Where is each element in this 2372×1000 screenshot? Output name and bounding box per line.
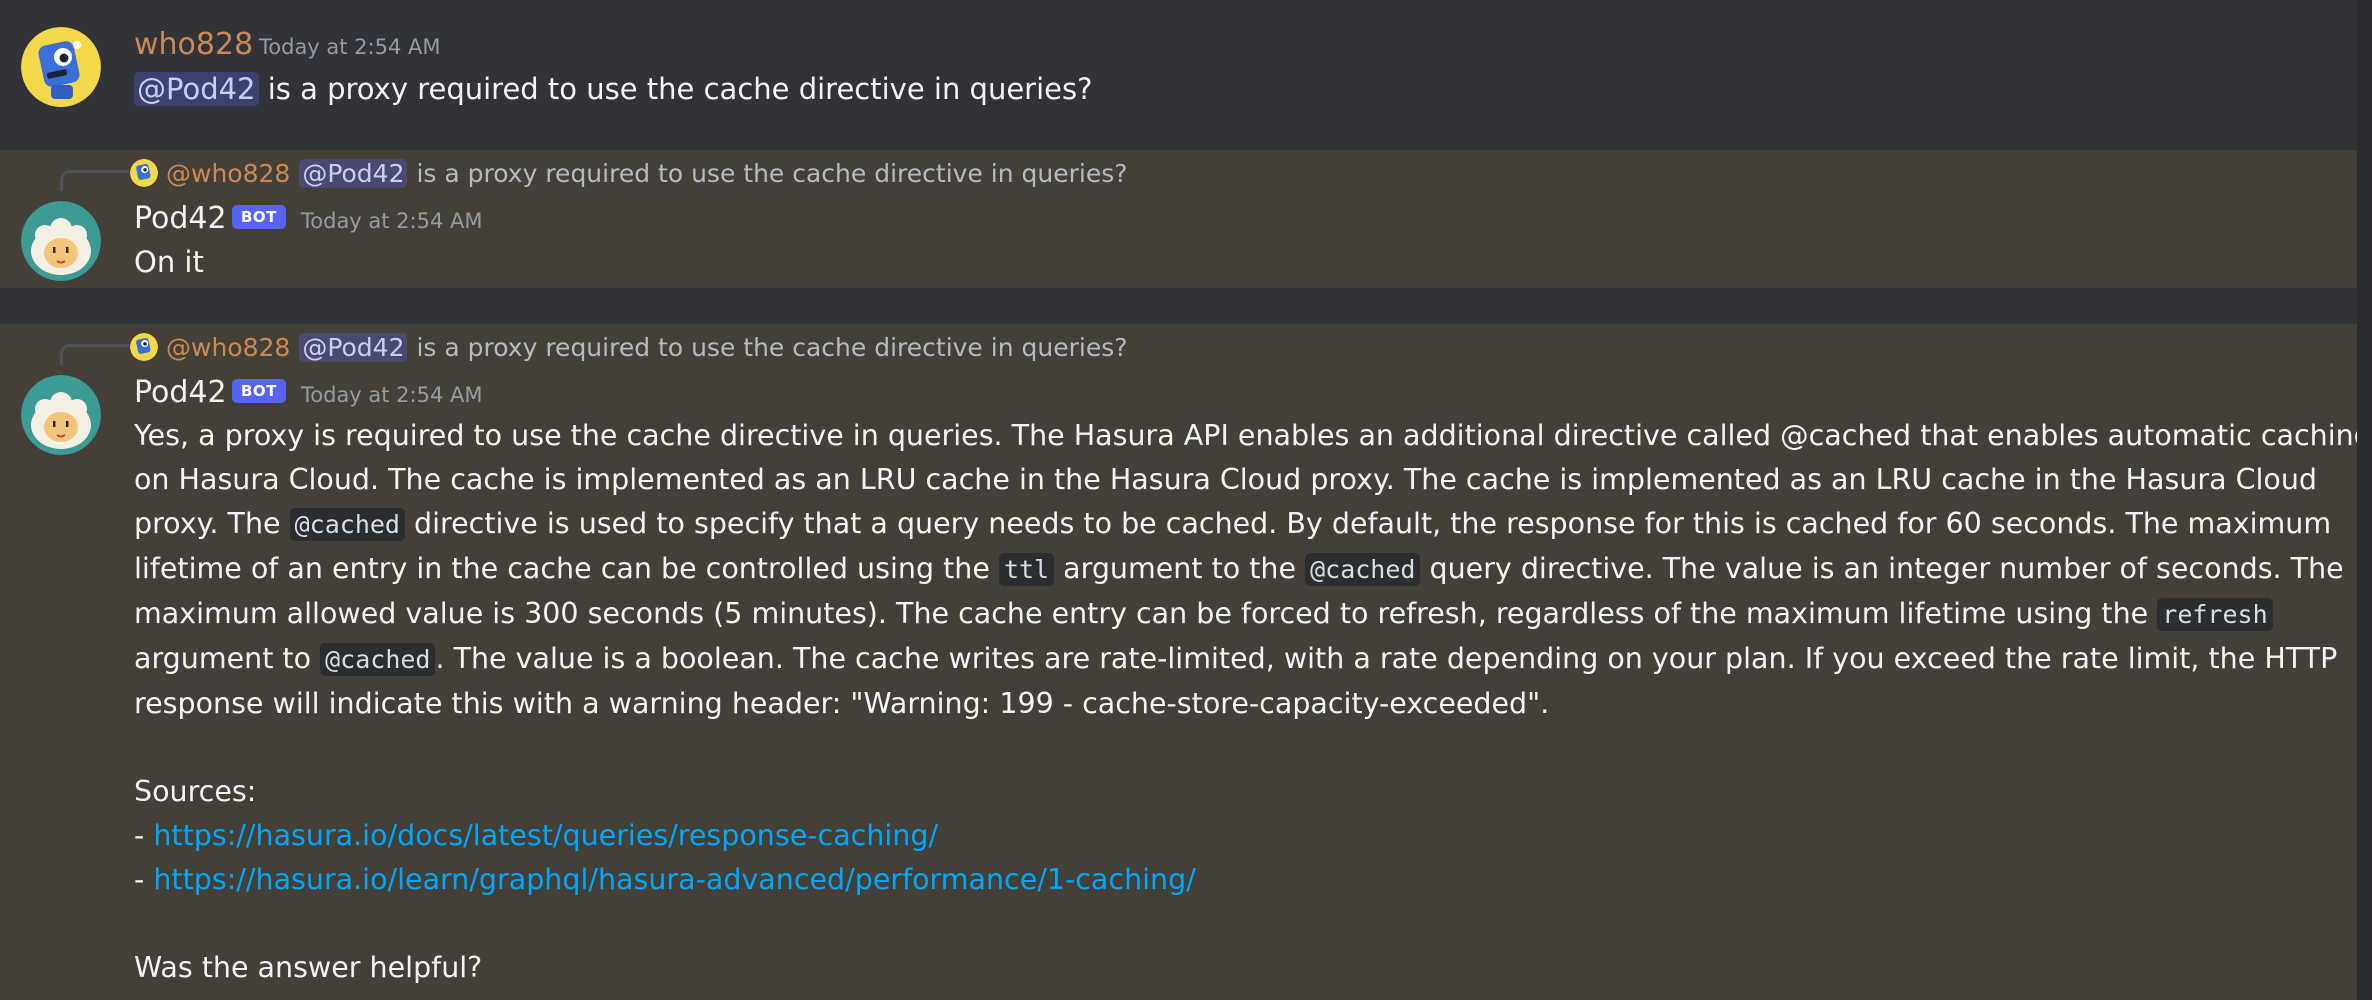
reply-author[interactable]: @who828	[166, 159, 290, 188]
bot-tag: BOT	[232, 205, 286, 229]
blue-robot-avatar-icon	[130, 159, 158, 187]
answer-line: response will indicate this with a warni…	[134, 687, 1550, 720]
answer-line: argument to @cached. The value is a bool…	[134, 642, 2338, 676]
reply-author[interactable]: @who828	[166, 333, 290, 362]
author-name[interactable]: Pod42	[134, 375, 227, 411]
message-content: On it	[134, 240, 204, 284]
inline-code: @cached	[320, 643, 436, 676]
source-item: - https://hasura.io/docs/latest/queries/…	[134, 819, 939, 852]
source-item: - https://hasura.io/learn/graphql/hasura…	[134, 863, 1196, 896]
inline-code: refresh	[2157, 598, 2273, 631]
message-timestamp: Today at 2:54 AM	[259, 35, 441, 59]
sources-label: Sources:	[134, 775, 257, 808]
author-name[interactable]: who828	[134, 27, 253, 63]
reply-text: is a proxy required to use the cache dir…	[416, 158, 1128, 188]
user-mention[interactable]: @Pod42	[134, 72, 259, 106]
answer-line: maximum allowed value is 300 seconds (5 …	[134, 592, 2372, 637]
answer-line: lifetime of an entry in the cache can be…	[134, 552, 2344, 586]
source-link[interactable]: https://hasura.io/learn/graphql/hasura-a…	[153, 863, 1195, 896]
reply-connector	[60, 170, 129, 191]
message-text: is a proxy required to use the cache dir…	[267, 72, 1093, 106]
bot-tag: BOT	[232, 379, 286, 403]
message-who828: who828 Today at 2:54 AM @Pod42 is a prox…	[0, 0, 2357, 140]
reply-mention[interactable]: @Pod42	[299, 332, 408, 362]
chat-log: who828 Today at 2:54 AM @Pod42 is a prox…	[0, 0, 2372, 1000]
source-link[interactable]: https://hasura.io/docs/latest/queries/re…	[153, 819, 938, 852]
answer-line: on Hasura Cloud. The cache is implemente…	[134, 463, 2318, 496]
message-content: Yes, a proxy is required to use the cach…	[134, 414, 2372, 990]
scrollbar[interactable]	[2357, 0, 2372, 1000]
inline-code: @cached	[289, 508, 405, 541]
reply-connector	[60, 344, 129, 365]
inline-code: ttl	[998, 553, 1055, 586]
reply-mention[interactable]: @Pod42	[299, 158, 408, 188]
answer-line: Yes, a proxy is required to use the cach…	[134, 419, 2372, 452]
message-pod42-answer: @who828 @Pod42 is a proxy required to us…	[0, 324, 2372, 1000]
message-text: On it	[134, 245, 204, 279]
message-timestamp: Today at 2:54 AM	[301, 383, 483, 407]
blue-robot-avatar-icon	[130, 333, 158, 361]
message-content: @Pod42 is a proxy required to use the ca…	[134, 67, 1093, 111]
author-name[interactable]: Pod42	[134, 201, 227, 237]
inline-code: @cached	[1305, 553, 1421, 586]
answer-line: proxy. The @cached directive is used to …	[134, 507, 2332, 541]
reply-text: is a proxy required to use the cache dir…	[416, 332, 1128, 362]
sheep-avatar-icon[interactable]	[21, 375, 101, 455]
blue-robot-avatar-icon[interactable]	[21, 27, 101, 107]
reply-preview[interactable]: @who828 @Pod42 is a proxy required to us…	[130, 331, 1128, 363]
helpful-prompt: Was the answer helpful?	[134, 951, 483, 984]
sheep-avatar-icon[interactable]	[21, 201, 101, 281]
message-pod42-ack: @who828 @Pod42 is a proxy required to us…	[0, 150, 2357, 288]
reply-preview[interactable]: @who828 @Pod42 is a proxy required to us…	[130, 157, 1128, 189]
message-timestamp: Today at 2:54 AM	[301, 209, 483, 233]
